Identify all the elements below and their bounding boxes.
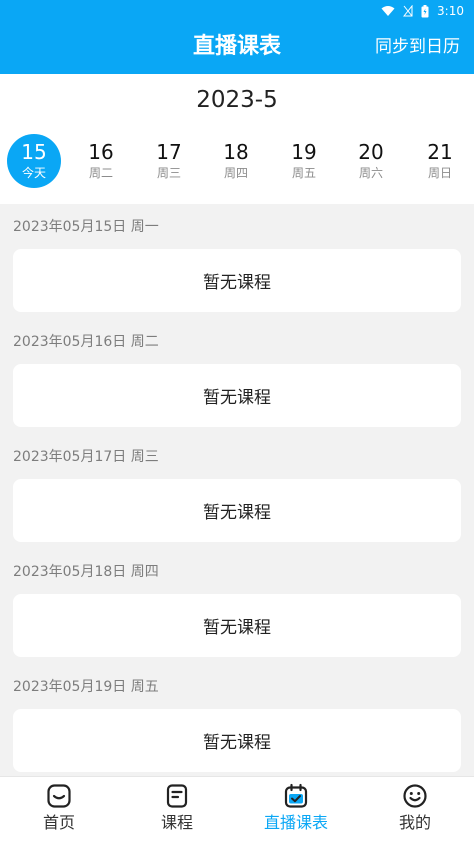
course-icon: [164, 783, 190, 809]
schedule-date: 2023年05月18日 周四: [13, 564, 159, 580]
day-20[interactable]: 20 周六: [344, 134, 398, 188]
day-label: 周六: [358, 166, 383, 180]
day-label: 周三: [156, 166, 181, 180]
smiley-icon: [402, 783, 428, 809]
signal-off-icon: [403, 5, 413, 17]
day-17[interactable]: 17 周三: [142, 134, 196, 188]
day-number: 17: [156, 140, 182, 164]
empty-course-text: 暂无课程: [203, 273, 271, 293]
empty-course-text: 暂无课程: [203, 618, 271, 638]
tab-mine[interactable]: 我的: [356, 783, 474, 841]
battery-icon: [421, 4, 429, 18]
day-label: 周四: [223, 166, 248, 180]
day-number: 19: [291, 140, 317, 164]
week-calendar: 2023-5 15 今天 16 周二 17 周三 18 周四 19 周五 20 …: [0, 74, 474, 204]
schedule-date: 2023年05月16日 周二: [13, 334, 159, 350]
tab-label: 直播课表: [263, 813, 328, 832]
top-bar: 3:10 直播课表 同步到日历: [0, 0, 474, 74]
day-number: 18: [223, 140, 249, 164]
empty-course-card: 暂无课程: [13, 594, 461, 657]
day-label: 今天: [21, 166, 46, 180]
day-number: 16: [88, 140, 114, 164]
day-label: 周二: [88, 166, 113, 180]
day-label: 周日: [427, 166, 452, 180]
week-strip: 15 今天 16 周二 17 周三 18 周四 19 周五 20 周六 21 周…: [0, 134, 474, 194]
day-label: 周五: [291, 166, 316, 180]
day-21[interactable]: 21 周日: [413, 134, 467, 188]
month-label: 2023-5: [196, 87, 278, 113]
tab-label: 我的: [398, 813, 431, 832]
empty-course-text: 暂无课程: [203, 503, 271, 523]
schedule-date: 2023年05月15日 周一: [13, 219, 159, 235]
day-number: 20: [358, 140, 384, 164]
sync-to-calendar-button[interactable]: 同步到日历: [375, 30, 460, 64]
home-icon: [46, 783, 72, 809]
empty-course-card: 暂无课程: [13, 249, 461, 312]
schedule-date: 2023年05月17日 周三: [13, 449, 159, 465]
wifi-icon: [381, 5, 395, 17]
calendar-check-icon: [283, 783, 309, 809]
empty-course-card: 暂无课程: [13, 364, 461, 427]
day-16[interactable]: 16 周二: [74, 134, 128, 188]
day-number: 21: [427, 140, 453, 164]
day-number: 15: [21, 140, 47, 164]
tab-label: 课程: [160, 813, 193, 832]
tab-label: 首页: [42, 813, 75, 832]
tab-live-schedule[interactable]: 直播课表: [237, 783, 355, 841]
day-18[interactable]: 18 周四: [209, 134, 263, 188]
day-19[interactable]: 19 周五: [277, 134, 331, 188]
bottom-nav: 首页 课程 直播课表 我的: [0, 776, 474, 844]
empty-course-card: 暂无课程: [13, 479, 461, 542]
empty-course-card: 暂无课程: [13, 709, 461, 772]
schedule-date: 2023年05月19日 周五: [13, 679, 159, 695]
status-time: 3:10: [437, 4, 464, 18]
tab-course[interactable]: 课程: [118, 783, 236, 841]
day-15[interactable]: 15 今天: [7, 134, 61, 188]
status-bar: 3:10: [381, 2, 464, 20]
tab-home[interactable]: 首页: [0, 783, 118, 841]
empty-course-text: 暂无课程: [203, 733, 271, 753]
schedule-list[interactable]: 2023年05月15日 周一 暂无课程 2023年05月16日 周二 暂无课程 …: [0, 204, 474, 776]
empty-course-text: 暂无课程: [203, 388, 271, 408]
